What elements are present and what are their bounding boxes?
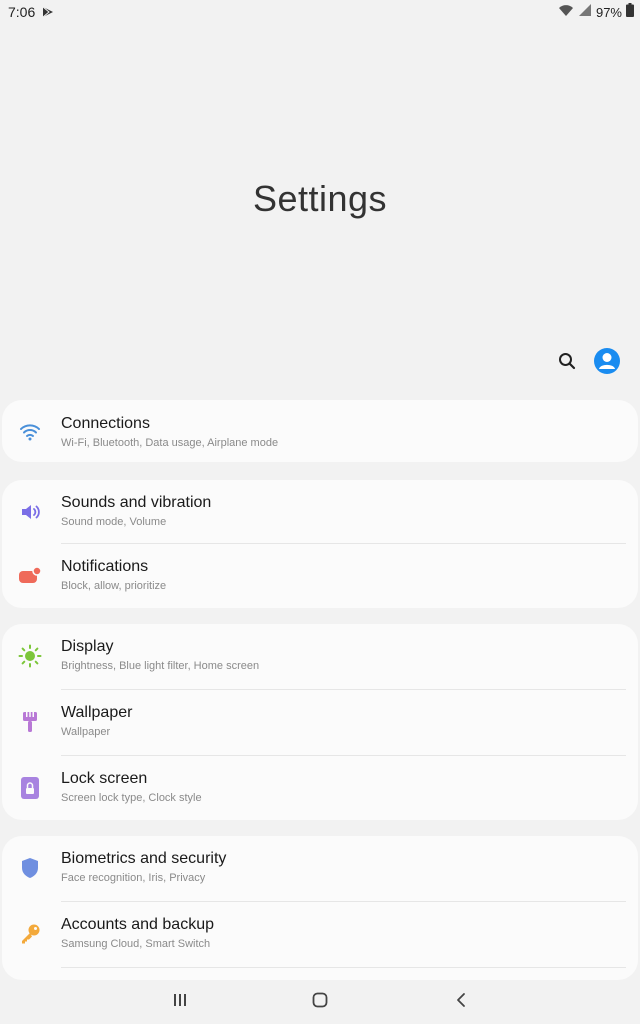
- divider: [61, 967, 626, 968]
- item-subtitle: Screen lock type, Clock style: [61, 792, 202, 804]
- item-subtitle: Sound mode, Volume: [61, 516, 167, 528]
- item-title: Notifications: [61, 558, 149, 575]
- settings-item-connections[interactable]: Connections Wi-Fi, Bluetooth, Data usage…: [2, 400, 638, 462]
- wifi-icon: [558, 3, 574, 22]
- profile-icon: [593, 347, 621, 380]
- battery-percent: 97%: [595, 4, 622, 20]
- search-button[interactable]: [552, 348, 582, 378]
- wifi-icon: [18, 420, 42, 444]
- shield-icon: [18, 856, 42, 880]
- item-title: Wallpaper: [61, 704, 133, 721]
- settings-item-sounds[interactable]: Sounds and vibration Sound mode, Volume: [2, 480, 638, 544]
- header-actions: [552, 347, 622, 380]
- battery-icon: [626, 2, 634, 22]
- item-subtitle: Samsung Cloud, Smart Switch: [61, 938, 211, 950]
- settings-group-security: Biometrics and security Face recognition…: [2, 836, 638, 980]
- settings-group-connections: Connections Wi-Fi, Bluetooth, Data usage…: [2, 400, 638, 462]
- item-title: Lock screen: [61, 770, 148, 787]
- settings-group-display: Display Brightness, Blue light filter, H…: [2, 624, 638, 820]
- key-icon: [18, 922, 42, 946]
- settings-item-wallpaper[interactable]: Wallpaper Wallpaper: [2, 690, 638, 756]
- recent-apps-icon: [172, 992, 188, 1013]
- status-bar: 7:06 97%: [0, 0, 640, 24]
- item-title: Display: [61, 638, 114, 655]
- back-button[interactable]: [441, 988, 481, 1016]
- lock-icon: [18, 776, 42, 800]
- settings-item-accounts[interactable]: Accounts and backup Samsung Cloud, Smart…: [2, 902, 638, 968]
- signal-icon: [578, 3, 592, 22]
- item-title: Connections: [61, 415, 150, 432]
- back-icon: [455, 992, 467, 1013]
- speaker-icon: [18, 500, 42, 524]
- home-button[interactable]: [300, 988, 340, 1016]
- play-store-notification-icon: [42, 5, 54, 18]
- settings-item-notifications[interactable]: Notifications Block, allow, prioritize: [2, 544, 638, 608]
- item-title: Biometrics and security: [61, 850, 227, 867]
- search-icon: [558, 352, 576, 375]
- status-time: 7:06: [8, 4, 36, 20]
- paintbrush-icon: [18, 710, 42, 734]
- settings-item-biometrics[interactable]: Biometrics and security Face recognition…: [2, 836, 638, 902]
- notification-icon: [18, 564, 42, 588]
- profile-button[interactable]: [592, 347, 622, 380]
- item-subtitle: Face recognition, Iris, Privacy: [61, 872, 206, 884]
- settings-group-sound: Sounds and vibration Sound mode, Volume …: [2, 480, 638, 608]
- item-title: Accounts and backup: [61, 916, 214, 933]
- sun-icon: [18, 644, 42, 668]
- settings-item-display[interactable]: Display Brightness, Blue light filter, H…: [2, 624, 638, 690]
- item-subtitle: Block, allow, prioritize: [61, 580, 167, 592]
- home-icon: [312, 992, 328, 1013]
- item-subtitle: Wallpaper: [61, 726, 111, 738]
- recent-apps-button[interactable]: [160, 988, 200, 1016]
- item-subtitle: Brightness, Blue light filter, Home scre…: [61, 660, 260, 672]
- settings-item-lock-screen[interactable]: Lock screen Screen lock type, Clock styl…: [2, 756, 638, 822]
- item-title: Sounds and vibration: [61, 494, 212, 511]
- navigation-bar: [0, 980, 640, 1024]
- page-title: Settings: [252, 178, 388, 219]
- item-subtitle: Wi-Fi, Bluetooth, Data usage, Airplane m…: [61, 437, 279, 449]
